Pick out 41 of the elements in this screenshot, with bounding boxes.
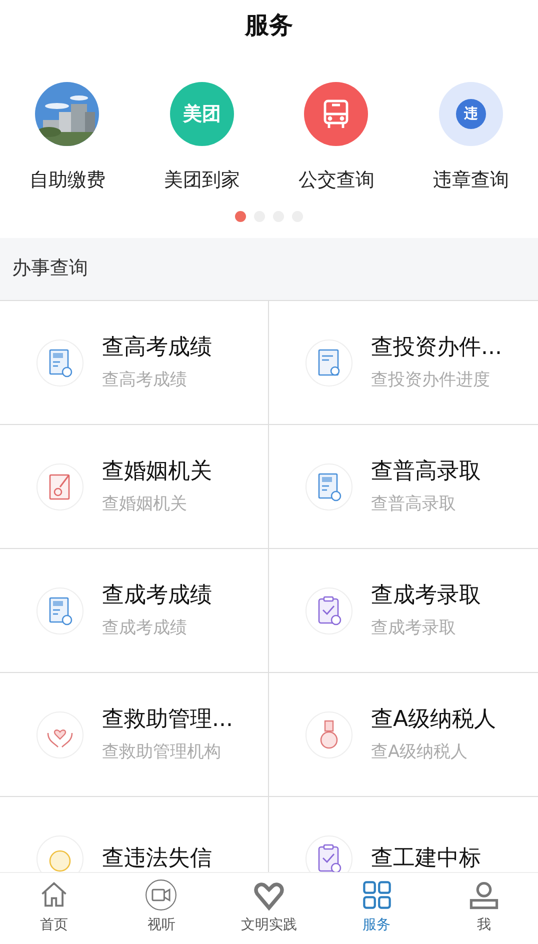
tab-bar-item[interactable]: 文明实践 (215, 873, 323, 944)
document-search-icon (305, 338, 353, 386)
service-subtitle: 查婚姻机关 (102, 493, 188, 516)
service-title[interactable]: 查工建中标 (371, 842, 481, 872)
video-camera-icon (145, 879, 178, 911)
service-title[interactable]: 查成考成绩 (102, 579, 212, 612)
section-title: 办事查询 (12, 256, 88, 280)
tab-bar-item[interactable]: 服务 (322, 873, 430, 944)
service-title[interactable]: 查违法失信 (102, 842, 212, 872)
grid-icon (360, 879, 393, 911)
shortcut-label[interactable]: 美团到家 (164, 166, 240, 194)
service-title[interactable]: 查成考录取 (371, 579, 481, 612)
service-subtitle: 查A级纳税人 (371, 741, 469, 764)
service-subtitle: 查成考录取 (371, 617, 457, 640)
service-subtitle: 查救助管理机构 (102, 741, 222, 764)
tab-bar-item[interactable]: 首页 (0, 873, 108, 944)
tab-bar-item[interactable]: 我 (430, 873, 538, 944)
service-subtitle: 查投资办件进度 (371, 369, 491, 392)
service-title[interactable]: 查救助管理... (102, 703, 233, 736)
service-title[interactable]: 查高考成绩 (102, 331, 212, 364)
medal-icon (305, 710, 353, 758)
shortcut-label[interactable]: 公交查询 (298, 166, 374, 194)
document-icon (36, 586, 84, 634)
document-icon (305, 462, 353, 510)
tab-bar-item[interactable]: 视听 (108, 873, 216, 944)
page-dot[interactable] (235, 211, 246, 222)
service-title[interactable]: 查婚姻机关 (102, 455, 212, 488)
service-subtitle: 查成考成绩 (102, 617, 188, 640)
clipboard-check-icon (305, 586, 353, 634)
shortcut-label[interactable]: 违章查询 (432, 166, 509, 194)
service-title[interactable]: 查投资办件... (371, 331, 502, 364)
app-logo[interactable]: 违 (438, 82, 503, 146)
page-title: 服务 (245, 10, 293, 41)
user-icon (468, 879, 500, 911)
service-subtitle: 查高考成绩 (102, 369, 188, 392)
shortcut-label[interactable]: 自助缴费 (29, 166, 106, 194)
service-title[interactable]: 查A级纳税人 (371, 703, 496, 736)
document-icon (36, 338, 84, 386)
document-pen-icon (36, 462, 84, 510)
service-title[interactable]: 查普高录取 (371, 455, 481, 488)
service-subtitle: 查普高录取 (371, 493, 457, 516)
